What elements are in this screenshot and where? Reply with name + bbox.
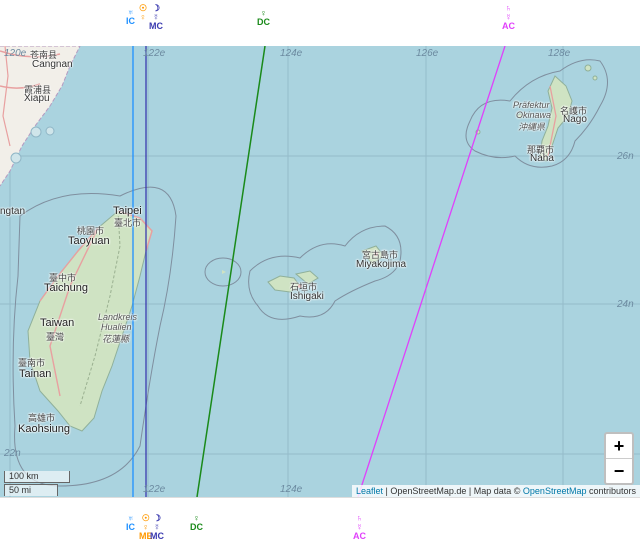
ac-line[interactable] [357, 46, 506, 497]
dc-bottom-symbol: ♀ DC [190, 513, 203, 532]
place-label: Nago [563, 114, 587, 125]
ac-bottom-symbol: ♄ ☿ AC [353, 513, 366, 541]
grid-label-24n: 24n [617, 299, 634, 310]
zoom-out-button[interactable]: − [606, 459, 632, 483]
place-label: Präfektur [513, 100, 550, 110]
place-label: Kaohsiung [18, 423, 70, 435]
place-label: Naha [530, 153, 554, 164]
grid-label-122e: 122e [143, 48, 166, 59]
place-label: Miyakojima [356, 259, 407, 270]
mc-bottom-symbol: ☽ ☿ MC [150, 513, 164, 541]
scale-bar-km: 100 km [4, 471, 70, 483]
place-label: Tainan [19, 368, 52, 380]
grid-label-126e: 126e [416, 48, 439, 59]
place-label: 花蓮縣 [102, 334, 130, 344]
grid-label-128e: 128e [548, 48, 571, 59]
ic-bottom-symbol: ♅ IC [126, 513, 135, 532]
mc-top-symbol: ☽ ☿ MC [149, 3, 163, 31]
place-label: Okinawa [516, 110, 552, 120]
place-label: Cangnan [32, 59, 73, 70]
leaflet-link[interactable]: Leaflet [356, 486, 383, 496]
ic-top-symbol: ♅ IC [126, 7, 135, 26]
attribution-tail: contributors [586, 486, 636, 496]
place-label: 臺北市 [114, 218, 142, 228]
zoom-control: + − [604, 432, 634, 485]
attribution: Leaflet | OpenStreetMap.de | Map data © … [352, 485, 640, 497]
scale-bar-mi: 50 mi [4, 484, 58, 496]
map-view[interactable]: 120e 122e 124e 126e 128e 26n 24n 22n 122… [0, 46, 640, 497]
place-label: Landkreis [98, 312, 138, 322]
grid-label-120e: 120e [4, 48, 27, 59]
dc-line[interactable] [196, 46, 266, 497]
place-label: Taoyuan [68, 235, 110, 247]
grid-label-124e: 124e [280, 48, 303, 59]
zoom-in-button[interactable]: + [606, 434, 632, 459]
place-label: Xiapu [24, 93, 50, 104]
dc-top-symbol: ♀ DC [257, 8, 270, 27]
bottom-symbol-band: ♅ IC ☉ ♀ ME ☽ ☿ MC ♀ DC ♄ ☿ AC [0, 497, 640, 547]
grid-label-26n: 26n [617, 151, 634, 162]
place-label: Hualien [101, 322, 132, 332]
place-label: Taichung [44, 282, 89, 294]
place-label: Ishigaki [290, 291, 324, 302]
grid-label-22n: 22n [4, 448, 21, 459]
attribution-text: | OpenStreetMap.de | Map data © [383, 486, 523, 496]
me-top-symbol: ☉ ♀ [139, 3, 148, 22]
place-label: ngtan [0, 206, 26, 217]
grid-label-124e-bottom: 124e [280, 484, 303, 495]
ac-top-symbol: ♄ ☿ AC [502, 3, 515, 31]
top-symbol-band: ♅ IC ☉ ♀ ☽ ☿ MC ♀ DC ♄ ☿ AC [0, 0, 640, 47]
place-label: 沖縄県 [518, 122, 546, 132]
place-label: 臺灣 [46, 332, 65, 342]
grid-label-122e-bottom: 122e [143, 484, 166, 495]
osm-link[interactable]: OpenStreetMap [523, 486, 587, 496]
place-label: Taiwan [40, 317, 75, 329]
